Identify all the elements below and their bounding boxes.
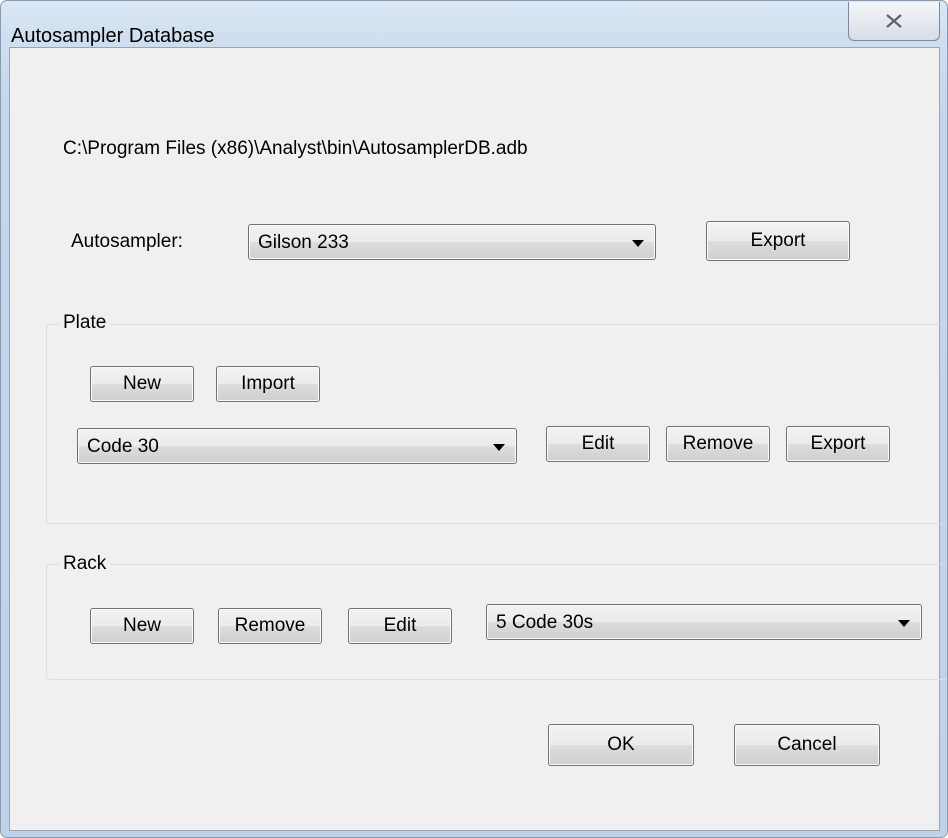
autosampler-selected-value: Gilson 233 <box>258 232 349 253</box>
close-button[interactable] <box>848 2 940 41</box>
plate-group <box>46 324 947 524</box>
plate-export-button[interactable]: Export <box>786 426 890 462</box>
close-icon <box>886 14 902 28</box>
plate-new-button[interactable]: New <box>90 366 194 402</box>
database-path: C:\Program Files (x86)\Analyst\bin\Autos… <box>63 138 528 159</box>
rack-group-title: Rack <box>59 553 111 575</box>
dialog-window: Autosampler Database C:\Program Files (x… <box>0 0 948 838</box>
plate-remove-button[interactable]: Remove <box>666 426 770 462</box>
plate-edit-button[interactable]: Edit <box>546 426 650 462</box>
plate-group-title: Plate <box>59 312 111 334</box>
plate-select[interactable]: Code 30 <box>77 428 517 464</box>
chevron-down-icon <box>898 620 910 627</box>
ok-button[interactable]: OK <box>548 724 694 766</box>
rack-selected-value: 5 Code 30s <box>496 612 594 633</box>
cancel-button[interactable]: Cancel <box>734 724 880 766</box>
rack-edit-button[interactable]: Edit <box>348 608 452 644</box>
window-title: Autosampler Database <box>11 25 215 47</box>
plate-import-button[interactable]: Import <box>216 366 320 402</box>
chevron-down-icon <box>493 444 505 451</box>
dialog-client-area: C:\Program Files (x86)\Analyst\bin\Autos… <box>9 47 947 831</box>
rack-remove-button[interactable]: Remove <box>218 608 322 644</box>
chevron-down-icon <box>632 240 644 247</box>
autosampler-select[interactable]: Gilson 233 <box>248 224 656 260</box>
autosampler-label: Autosampler: <box>71 231 183 252</box>
autosampler-export-button[interactable]: Export <box>706 221 850 261</box>
rack-new-button[interactable]: New <box>90 608 194 644</box>
rack-select[interactable]: 5 Code 30s <box>486 604 922 640</box>
plate-selected-value: Code 30 <box>87 436 159 457</box>
